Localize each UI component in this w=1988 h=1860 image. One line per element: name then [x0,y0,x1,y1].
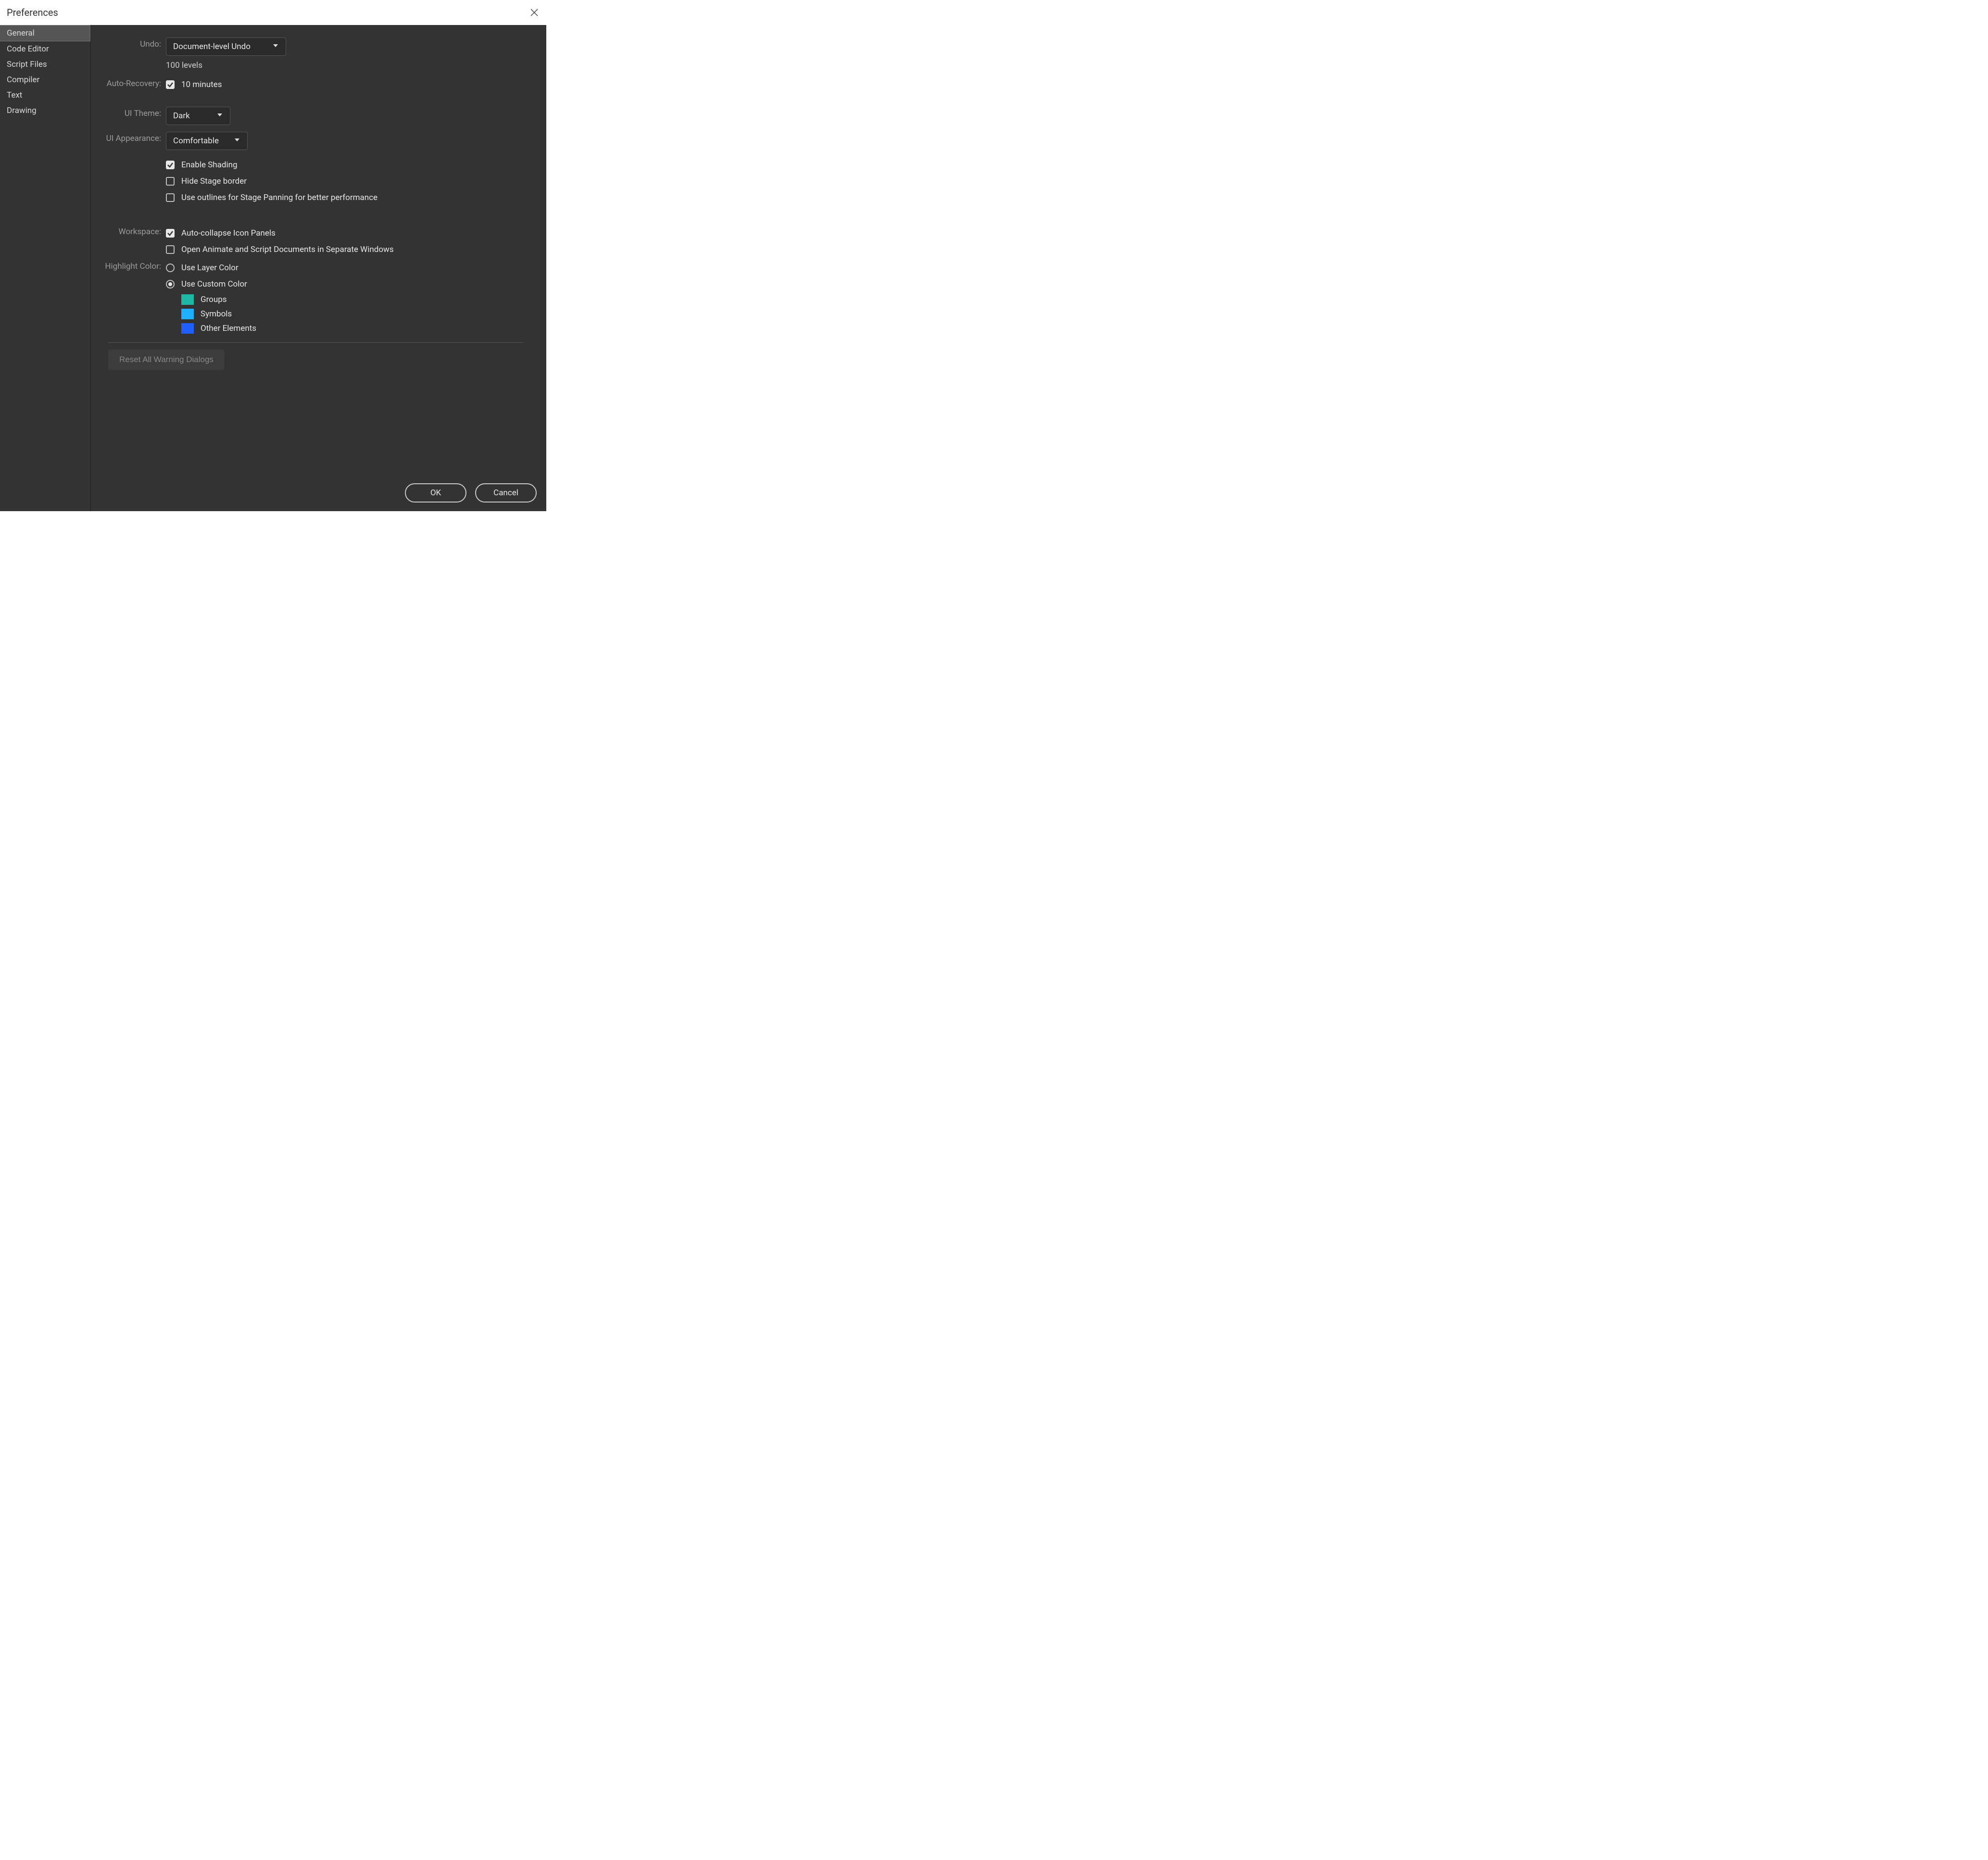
label-ui-theme: UI Theme: [91,105,166,118]
groups-label: Groups [201,295,227,304]
cancel-button[interactable]: Cancel [475,483,537,503]
main-panel: Undo: Document-level Undo 100 levels Aut… [91,25,546,511]
chevron-down-icon [272,42,279,51]
use-custom-color-label: Use Custom Color [181,279,247,289]
enable-shading-label: Enable Shading [181,160,238,170]
label-workspace: Workspace: [91,223,166,237]
undo-dropdown[interactable]: Document-level Undo [166,38,286,56]
use-layer-color-radio[interactable] [166,264,175,272]
label-undo: Undo: [91,36,166,49]
close-icon[interactable] [530,8,540,17]
divider [108,342,523,343]
hide-stage-border-label: Hide Stage border [181,176,247,186]
sidebar-item-label: Text [7,90,22,100]
ui-appearance-dropdown[interactable]: Comfortable [166,132,248,150]
sidebar-item-label: Compiler [7,75,39,85]
undo-levels-text: 100 levels [166,61,202,70]
label-auto-recovery: Auto-Recovery: [91,75,166,88]
chevron-down-icon [234,136,240,146]
footer: OK Cancel [405,483,537,503]
auto-recovery-checkbox[interactable] [166,80,175,89]
auto-recovery-label: 10 minutes [181,80,222,89]
other-elements-label: Other Elements [201,324,256,333]
other-elements-swatch[interactable] [181,323,194,334]
chevron-down-icon [216,111,223,121]
symbols-swatch[interactable] [181,309,194,319]
sidebar-item-text[interactable]: Text [0,88,90,103]
label-highlight-color: Highlight Color: [91,258,166,271]
window-title: Preferences [7,7,58,18]
separate-windows-checkbox[interactable] [166,245,175,254]
ui-theme-value: Dark [173,111,190,121]
sidebar-item-label: Code Editor [7,44,49,54]
use-outlines-label: Use outlines for Stage Panning for bette… [181,193,377,202]
separate-windows-label: Open Animate and Script Documents in Sep… [181,245,394,254]
sidebar-item-drawing[interactable]: Drawing [0,103,90,118]
symbols-label: Symbols [201,309,232,319]
ok-button[interactable]: OK [405,483,466,503]
enable-shading-checkbox[interactable] [166,161,175,169]
sidebar-item-label: Drawing [7,106,37,115]
sidebar-item-general[interactable]: General [0,25,90,41]
use-layer-color-label: Use Layer Color [181,263,239,273]
hide-stage-border-checkbox[interactable] [166,177,175,186]
label-ui-appearance: UI Appearance: [91,130,166,143]
undo-value: Document-level Undo [173,42,251,51]
ui-theme-dropdown[interactable]: Dark [166,107,230,125]
reset-warnings-button[interactable]: Reset All Warning Dialogs [108,350,225,370]
auto-collapse-label: Auto-collapse Icon Panels [181,228,276,238]
titlebar: Preferences [0,0,546,25]
sidebar-item-label: General [7,28,35,38]
sidebar-item-script-files[interactable]: Script Files [0,57,90,72]
use-custom-color-radio[interactable] [166,280,175,289]
sidebar: General Code Editor Script Files Compile… [0,25,91,511]
groups-swatch[interactable] [181,294,194,305]
sidebar-item-compiler[interactable]: Compiler [0,72,90,88]
sidebar-item-code-editor[interactable]: Code Editor [0,41,90,57]
sidebar-item-label: Script Files [7,60,47,69]
auto-collapse-checkbox[interactable] [166,229,175,238]
ui-appearance-value: Comfortable [173,136,219,146]
use-outlines-checkbox[interactable] [166,193,175,202]
